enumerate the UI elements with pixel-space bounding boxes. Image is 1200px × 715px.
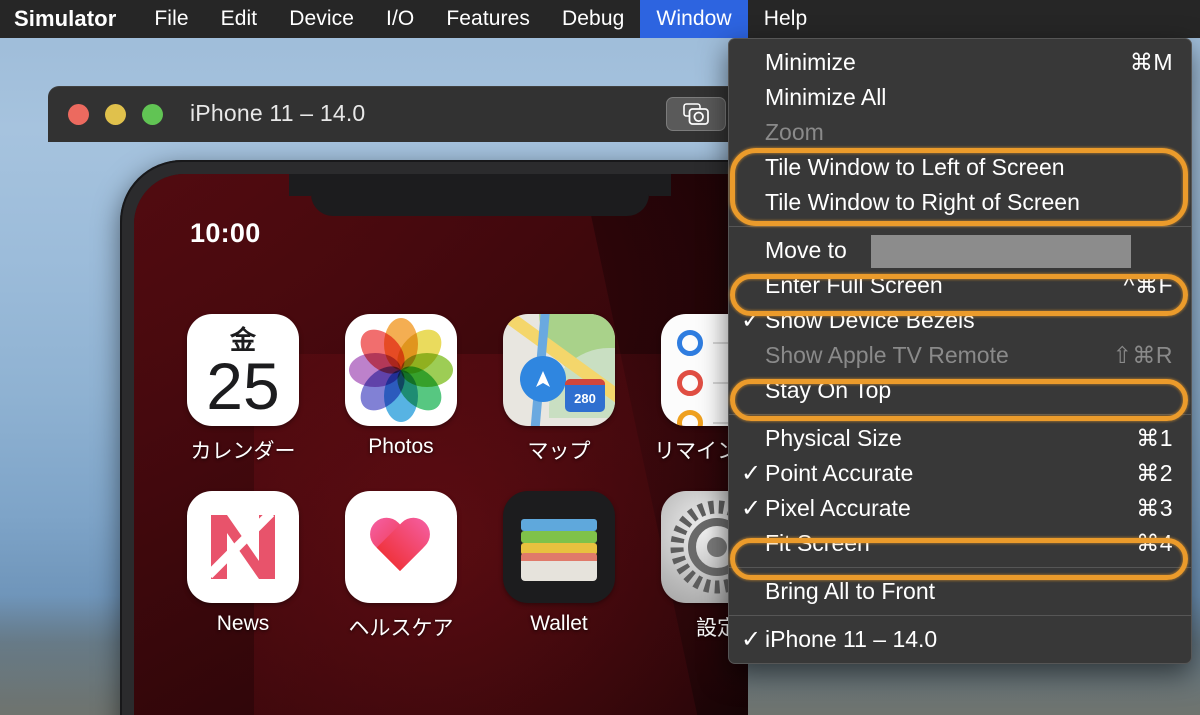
menu-item-label: iPhone 11 – 14.0 — [765, 626, 938, 652]
notch-corner-left — [289, 174, 311, 196]
maps-route-shield: 280 — [565, 379, 605, 412]
menu-separator — [729, 567, 1191, 568]
menu-item-label: Tile Window to Left of Screen — [765, 154, 1065, 180]
maps-icon: 280 — [503, 314, 615, 426]
menubar-app-name[interactable]: Simulator — [0, 0, 138, 38]
app-label: カレンダー — [190, 440, 296, 463]
menu-item-label: Stay On Top — [765, 377, 892, 403]
menu-item-label: Point Accurate — [765, 460, 914, 486]
menu-item-label: Show Apple TV Remote — [765, 342, 1009, 368]
mac-menu-bar: Simulator File Edit Device I/O Features … — [0, 0, 1200, 38]
menu-item-tile-window-to-left-of-screen[interactable]: Tile Window to Left of Screen — [729, 150, 1191, 185]
app-label: マップ — [527, 440, 591, 463]
close-button[interactable] — [68, 104, 89, 125]
app-icon-news[interactable]: News — [164, 491, 322, 642]
heart-glyph — [370, 519, 432, 575]
menu-item-shortcut: ⌘1 — [1136, 425, 1173, 451]
menu-item-bring-all-to-front[interactable]: Bring All to Front — [729, 574, 1191, 609]
app-icon-calendar[interactable]: 金 25 カレンダー — [164, 314, 322, 465]
app-icon-maps[interactable]: 280 マップ — [480, 314, 638, 465]
menu-item-minimize-all[interactable]: Minimize All — [729, 80, 1191, 115]
app-label: Photos — [368, 435, 434, 458]
menu-separator — [729, 414, 1191, 415]
window-titlebar[interactable]: iPhone 11 – 14.0 — [48, 86, 748, 142]
menu-item-label: Enter Full Screen — [765, 272, 943, 298]
menu-item-label: Show Device Bezels — [765, 307, 975, 333]
menu-item-shortcut: ⌘2 — [1136, 460, 1173, 486]
app-icon-health[interactable]: ヘルスケア — [322, 491, 480, 642]
checkmark-icon: ✓ — [741, 494, 762, 522]
menubar-item-device[interactable]: Device — [273, 0, 370, 38]
calendar-day: 25 — [206, 348, 280, 423]
minimize-button[interactable] — [105, 104, 126, 125]
menubar-item-io[interactable]: I/O — [370, 0, 430, 38]
photos-icon — [345, 314, 457, 426]
app-icon-wallet[interactable]: Wallet — [480, 491, 638, 642]
device-viewport: 10:00 金 25 カレンダー Photos 280 マップ リマイ News… — [48, 142, 748, 715]
menu-item-shortcut: ⌘3 — [1136, 495, 1173, 521]
app-label: News — [216, 612, 270, 635]
menu-item-point-accurate[interactable]: ✓ Point Accurate ⌘2 — [729, 456, 1191, 491]
checkmark-icon: ✓ — [741, 625, 762, 653]
menu-item-shortcut: ^⌘F — [1123, 272, 1173, 298]
menu-item-iphone-11-14-0[interactable]: ✓ iPhone 11 – 14.0 — [729, 622, 1191, 657]
menu-item-label: Minimize — [765, 49, 856, 75]
menu-item-tile-window-to-right-of-screen[interactable]: Tile Window to Right of Screen — [729, 185, 1191, 220]
calendar-icon: 金 25 — [187, 314, 299, 426]
menu-item-minimize[interactable]: Minimize ⌘M — [729, 45, 1191, 80]
news-icon — [187, 491, 299, 603]
device-screen[interactable]: 10:00 金 25 カレンダー Photos 280 マップ リマイ News… — [134, 174, 748, 715]
menu-item-label: Minimize All — [765, 84, 887, 110]
checkmark-icon: ✓ — [741, 306, 762, 334]
screenshot-button[interactable] — [666, 97, 726, 131]
menubar-item-edit[interactable]: Edit — [205, 0, 274, 38]
news-n-glyph — [205, 509, 275, 579]
menu-item-label: Pixel Accurate — [765, 495, 911, 521]
screen-root: iPhone 11 – 14.0 10:00 金 25 カレンダー Photos… — [0, 0, 1200, 715]
menubar-item-features[interactable]: Features — [430, 0, 546, 38]
menu-separator — [729, 226, 1191, 227]
simulator-window: iPhone 11 – 14.0 10:00 金 25 カレンダー Photos… — [48, 86, 748, 715]
menu-item-label: Tile Window to Right of Screen — [765, 189, 1080, 215]
menubar-item-debug[interactable]: Debug — [546, 0, 640, 38]
menu-item-fit-screen[interactable]: Fit Screen ⌘4 — [729, 526, 1191, 561]
notch-corner-right — [649, 174, 671, 196]
menu-item-show-apple-tv-remote: Show Apple TV Remote ⇧⌘R — [729, 338, 1191, 373]
camera-icon — [683, 103, 709, 125]
menu-item-move-to[interactable]: Move to — [729, 233, 1191, 268]
menu-separator — [729, 615, 1191, 616]
redaction-box — [871, 235, 1131, 268]
menu-item-shortcut: ⇧⌘R — [1112, 342, 1173, 368]
wallet-icon — [503, 491, 615, 603]
menu-item-shortcut: ⌘M — [1129, 49, 1173, 75]
menu-item-label: Zoom — [765, 119, 824, 145]
zoom-button[interactable] — [142, 104, 163, 125]
health-icon — [345, 491, 457, 603]
status-bar-time: 10:00 — [190, 218, 261, 248]
menu-item-stay-on-top[interactable]: Stay On Top — [729, 373, 1191, 408]
menu-item-label: Bring All to Front — [765, 578, 936, 604]
menu-item-pixel-accurate[interactable]: ✓ Pixel Accurate ⌘3 — [729, 491, 1191, 526]
home-screen-app-grid: 金 25 カレンダー Photos 280 マップ リマイ News ヘルスケア… — [134, 314, 748, 642]
menubar-item-help[interactable]: Help — [748, 0, 824, 38]
app-label: ヘルスケア — [348, 617, 454, 640]
window-title: iPhone 11 – 14.0 — [190, 100, 366, 126]
menu-item-physical-size[interactable]: Physical Size ⌘1 — [729, 421, 1191, 456]
menu-item-label: Fit Screen — [765, 530, 870, 556]
menu-item-zoom: Zoom — [729, 115, 1191, 150]
window-dropdown-menu: Minimize ⌘M Minimize All Zoom Tile Window to… — [728, 38, 1192, 664]
traffic-light-group — [68, 104, 163, 125]
menubar-item-window[interactable]: Window — [640, 0, 748, 38]
menu-item-show-device-bezels[interactable]: ✓ Show Device Bezels — [729, 303, 1191, 338]
checkmark-icon: ✓ — [741, 459, 762, 487]
app-label: Wallet — [530, 612, 588, 635]
menubar-item-file[interactable]: File — [138, 0, 204, 38]
menu-item-enter-full-screen[interactable]: Enter Full Screen ^⌘F — [729, 268, 1191, 303]
app-icon-photos[interactable]: Photos — [322, 314, 480, 465]
menu-item-label: Physical Size — [765, 425, 902, 451]
device-notch — [311, 174, 649, 216]
navigation-arrow-icon — [536, 371, 550, 387]
menu-item-shortcut: ⌘4 — [1136, 530, 1173, 556]
